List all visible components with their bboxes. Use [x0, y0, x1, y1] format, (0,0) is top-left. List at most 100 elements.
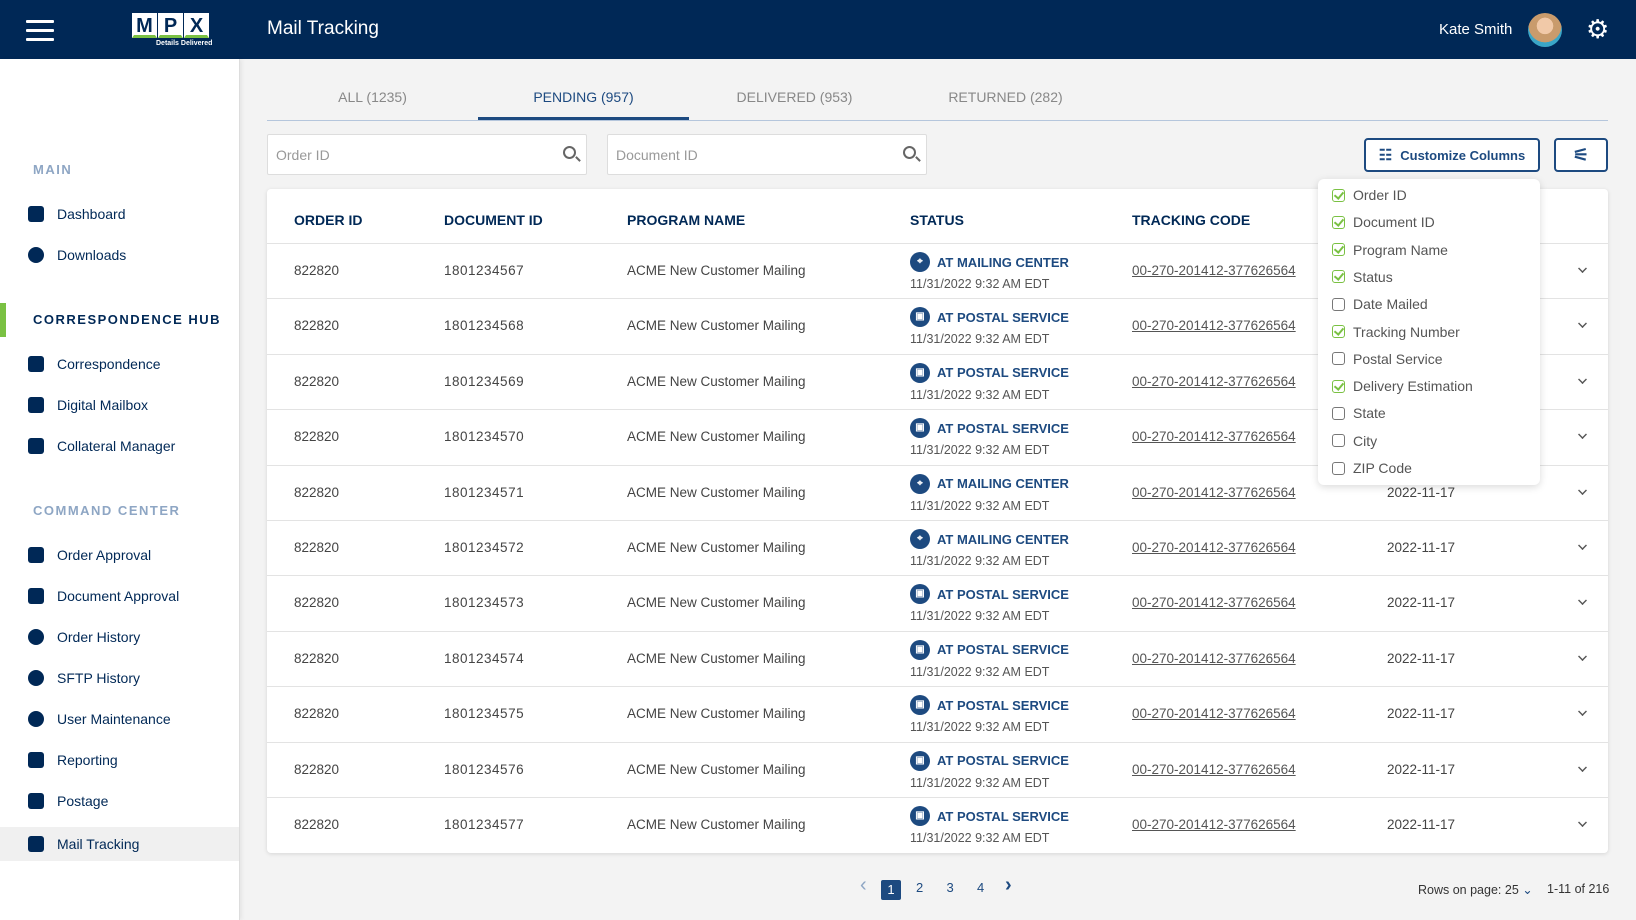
tracking-code-link[interactable]: 00-270-201412-377626564: [1132, 651, 1296, 666]
sidebar-item-user-maintenance[interactable]: User Maintenance: [0, 702, 239, 736]
checkbox[interactable]: [1332, 243, 1345, 257]
tab-returned[interactable]: RETURNED (282): [900, 80, 1111, 120]
tracking-code-link[interactable]: 00-270-201412-377626564: [1132, 429, 1296, 444]
table-row[interactable]: 822820 1801234575 ACME New Customer Mailin…: [267, 686, 1608, 741]
sidebar-item-downloads[interactable]: Downloads: [0, 238, 239, 272]
chevron-down-icon[interactable]: [1578, 818, 1587, 827]
sidebar-item-sftp-history[interactable]: SFTP History: [0, 661, 239, 695]
column-option[interactable]: ZIP Code: [1332, 460, 1412, 476]
sidebar-item-order-approval[interactable]: Order Approval: [0, 538, 239, 572]
rows-value[interactable]: 25: [1505, 883, 1519, 897]
tracking-code-link[interactable]: 00-270-201412-377626564: [1132, 595, 1296, 610]
document-search-icon: [28, 356, 44, 372]
sidebar-item-mail-tracking[interactable]: Mail Tracking: [0, 827, 239, 861]
chevron-down-icon[interactable]: [1578, 707, 1587, 717]
tracking-code-link[interactable]: 00-270-201412-377626564: [1132, 318, 1296, 333]
table-row[interactable]: 822820 1801234576 ACME New Customer Mailin…: [267, 741, 1608, 797]
checkbox[interactable]: [1332, 188, 1345, 202]
search-icon[interactable]: [563, 146, 576, 159]
sidebar-item-document-approval[interactable]: Document Approval: [0, 579, 239, 613]
chevron-down-icon[interactable]: [1578, 596, 1587, 606]
tracking-code-link[interactable]: 00-270-201412-377626564: [1132, 762, 1296, 777]
tracking-code-link[interactable]: 00-270-201412-377626564: [1132, 263, 1296, 278]
tab-delivered[interactable]: DELIVERED (953): [689, 80, 900, 120]
chevron-down-icon[interactable]: [1578, 485, 1587, 495]
status-text: AT POSTAL SERVICE: [937, 642, 1069, 658]
order-id: 822820: [294, 263, 340, 278]
column-option[interactable]: Document ID: [1332, 214, 1435, 230]
checkbox[interactable]: [1332, 461, 1345, 475]
chevron-down-icon[interactable]: [1578, 651, 1587, 661]
hamburger-icon[interactable]: [26, 20, 54, 41]
checkbox[interactable]: [1332, 215, 1345, 229]
column-option[interactable]: Order ID: [1332, 187, 1407, 203]
chevron-down-icon[interactable]: [1578, 541, 1587, 550]
column-header[interactable]: PROGRAM NAME: [627, 212, 745, 228]
sidebar-item-postage[interactable]: Postage: [0, 784, 239, 818]
column-option[interactable]: Status: [1332, 269, 1393, 285]
table-row[interactable]: 822820 1801234573 ACME New Customer Mailin…: [267, 575, 1608, 630]
page-4[interactable]: 4: [977, 880, 984, 895]
column-option[interactable]: City: [1332, 433, 1377, 449]
customize-columns-label: Customize Columns: [1400, 147, 1526, 163]
sidebar-item-correspondence[interactable]: Correspondence: [0, 347, 239, 381]
column-header[interactable]: TRACKING CODE: [1132, 212, 1250, 228]
report-icon: [28, 752, 44, 768]
document-id: 1801234577: [444, 817, 525, 832]
checkbox[interactable]: [1332, 325, 1345, 338]
sidebar-item-digital-mailbox[interactable]: Digital Mailbox: [0, 388, 239, 422]
prev-page-icon[interactable]: ‹: [860, 874, 867, 897]
chevron-down-icon[interactable]: ⌄: [1522, 883, 1532, 897]
column-header[interactable]: DOCUMENT ID: [444, 212, 543, 228]
checkbox[interactable]: [1332, 406, 1345, 420]
mpx-logo[interactable]: MPX: [132, 13, 210, 38]
page-1[interactable]: 1: [881, 880, 901, 900]
column-option[interactable]: Date Mailed: [1332, 296, 1428, 312]
order-id-input[interactable]: [268, 135, 538, 174]
sidebar-item-reporting[interactable]: Reporting: [0, 743, 239, 777]
next-page-icon[interactable]: ›: [1005, 874, 1012, 897]
avatar[interactable]: [1528, 13, 1562, 47]
checkbox[interactable]: [1332, 270, 1345, 284]
column-option[interactable]: Program Name: [1332, 242, 1448, 258]
tracking-code-link[interactable]: 00-270-201412-377626564: [1132, 817, 1296, 832]
sidebar-item-order-history[interactable]: Order History: [0, 620, 239, 654]
checkbox[interactable]: [1332, 297, 1345, 311]
user-name[interactable]: Kate Smith: [1439, 21, 1512, 38]
table-row[interactable]: 822820 1801234572 ACME New Customer Mailin…: [267, 520, 1608, 575]
gear-icon[interactable]: ⚙: [1586, 16, 1612, 42]
checkbox[interactable]: [1332, 434, 1345, 448]
table-row[interactable]: 822820 1801234577 ACME New Customer Mailin…: [267, 797, 1608, 852]
column-option[interactable]: Delivery Estimation: [1332, 378, 1473, 394]
rows-per-page[interactable]: Rows on page: 25 ⌄: [1418, 882, 1533, 897]
chevron-down-icon[interactable]: [1578, 374, 1587, 384]
program-name: ACME New Customer Mailing: [627, 706, 806, 722]
tracking-code-link[interactable]: 00-270-201412-377626564: [1132, 706, 1296, 721]
column-option[interactable]: Postal Service: [1332, 351, 1442, 367]
column-header[interactable]: ORDER ID: [294, 212, 362, 228]
sidebar-item-collateral-manager[interactable]: Collateral Manager: [0, 429, 239, 463]
filter-settings-button[interactable]: ⚟: [1554, 138, 1608, 172]
table-row[interactable]: 822820 1801234574 ACME New Customer Mailin…: [267, 630, 1608, 686]
column-header[interactable]: STATUS: [910, 212, 964, 228]
tracking-code-link[interactable]: 00-270-201412-377626564: [1132, 374, 1296, 389]
search-icon[interactable]: [903, 146, 916, 159]
document-id-input[interactable]: [608, 135, 878, 174]
chevron-down-icon[interactable]: [1578, 430, 1587, 440]
tracking-code-link[interactable]: 00-270-201412-377626564: [1132, 540, 1296, 555]
checkbox[interactable]: [1332, 352, 1345, 366]
page-3[interactable]: 3: [947, 880, 954, 895]
customize-columns-button[interactable]: ☷ Customize Columns: [1364, 138, 1540, 172]
tracking-code-link[interactable]: 00-270-201412-377626564: [1132, 485, 1296, 500]
tab-pending[interactable]: PENDING (957): [478, 80, 689, 120]
column-option[interactable]: State: [1332, 405, 1386, 421]
checkbox[interactable]: [1332, 379, 1345, 393]
column-option[interactable]: Tracking Number: [1332, 324, 1460, 340]
status-badge: ▣ AT POSTAL SERVICE: [910, 584, 1069, 605]
tab-all[interactable]: ALL (1235): [267, 80, 478, 120]
chevron-down-icon[interactable]: [1578, 762, 1587, 772]
chevron-down-icon[interactable]: [1578, 319, 1587, 329]
chevron-down-icon[interactable]: [1578, 264, 1587, 273]
sidebar-item-dashboard[interactable]: Dashboard: [0, 197, 239, 231]
page-2[interactable]: 2: [916, 880, 923, 895]
